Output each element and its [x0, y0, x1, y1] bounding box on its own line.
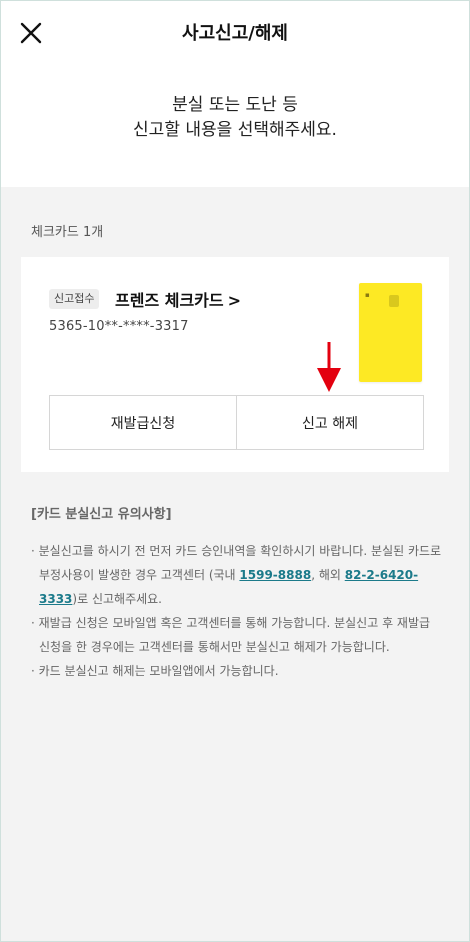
- subtitle-line-1: 분실 또는 도난 등: [172, 95, 298, 115]
- reissue-button[interactable]: 재발급신청: [50, 396, 236, 449]
- page-title: 사고신고/해제: [182, 23, 288, 44]
- notice-title: [카드 분실신고 유의사항]: [31, 507, 172, 522]
- subtitle-line-2: 신고할 내용을 선택해주세요.: [133, 120, 337, 140]
- status-badge: 신고접수: [49, 289, 100, 309]
- card-chip: [389, 295, 399, 307]
- card-name: 프렌즈 체크카드: [115, 291, 224, 310]
- release-report-button[interactable]: 신고 해제: [236, 396, 423, 449]
- header: 사고신고/해제 분실 또는 도난 등 신고할 내용을 선택해주세요.: [1, 1, 469, 187]
- chevron-right-icon: >: [227, 291, 242, 310]
- page-subtitle: 분실 또는 도난 등 신고할 내용을 선택해주세요.: [1, 93, 469, 143]
- notice-item-2: · 재발급 신청은 모바일앱 혹은 고객센터를 통해 가능합니다. 분실신고 후…: [31, 616, 431, 654]
- card-name-link[interactable]: 프렌즈 체크카드 >: [115, 287, 241, 311]
- card-number: 5365-10**-****-3317: [49, 319, 189, 334]
- notice-item-3: · 카드 분실신고 해제는 모바일앱에서 가능합니다.: [31, 664, 279, 678]
- card-count-label: 체크카드 1개: [31, 225, 104, 240]
- card-image: ▪: [359, 283, 422, 382]
- card-action-buttons: 재발급신청 신고 해제: [49, 395, 424, 450]
- card-logo-mark: ▪: [365, 291, 370, 299]
- notice-item-1: · 분실신고를 하시기 전 먼저 카드 승인내역을 확인하시기 바랍니다. 분실…: [31, 544, 442, 606]
- domestic-phone-link[interactable]: 1599-8888: [239, 568, 311, 582]
- card-panel: 신고접수 프렌즈 체크카드 > 5365-10**-****-3317 ▪ 재발급…: [21, 257, 449, 472]
- notice-list: · 분실신고를 하시기 전 먼저 카드 승인내역을 확인하시기 바랍니다. 분실…: [31, 539, 443, 683]
- app-screen: 사고신고/해제 분실 또는 도난 등 신고할 내용을 선택해주세요. 체크카드 …: [0, 0, 470, 942]
- red-arrow-down-icon: [317, 342, 341, 392]
